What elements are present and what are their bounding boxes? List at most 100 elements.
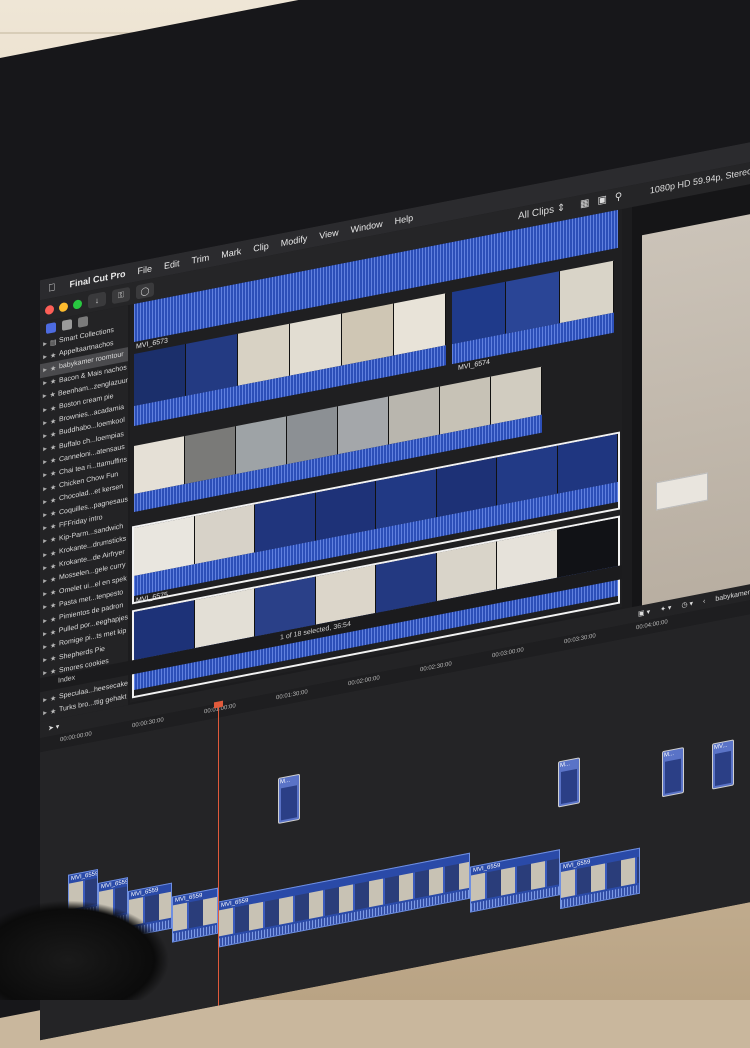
connected-clip[interactable]: M... bbox=[278, 773, 300, 824]
effects-icon[interactable]: ✦ ▾ bbox=[660, 603, 671, 613]
key-icon: ⚿ bbox=[117, 289, 125, 301]
ruler-tick-label: 00:03:00:00 bbox=[492, 647, 524, 660]
disclosure-triangle-icon[interactable]: ▶ bbox=[40, 379, 50, 387]
connected-clip-thumbnail bbox=[665, 758, 681, 794]
crop-tool-icon[interactable]: ▣ ▾ bbox=[638, 608, 650, 618]
disclosure-triangle-icon[interactable]: ▶ bbox=[40, 656, 50, 664]
filmstrip-view-icon[interactable]: ▣ bbox=[597, 194, 606, 207]
menu-mark[interactable]: Mark bbox=[215, 245, 247, 261]
connected-clip[interactable]: M... bbox=[558, 757, 580, 808]
disclosure-triangle-icon[interactable]: ▶ bbox=[40, 498, 50, 506]
disclosure-triangle-icon[interactable]: ▶ bbox=[40, 643, 50, 651]
disclosure-triangle-icon[interactable]: ▶ bbox=[40, 709, 50, 717]
disclosure-triangle-icon[interactable]: ▶ bbox=[40, 393, 49, 401]
library-sidebar: ▶ ▤ Smart Collections ▶ ★ Appeltaartnachos ▶ ★ b… bbox=[40, 305, 128, 723]
event-star-icon: ★ bbox=[50, 562, 57, 572]
chevron-updown-icon: ⇕ bbox=[556, 202, 566, 215]
index-button[interactable]: Index bbox=[58, 674, 75, 684]
disclosure-triangle-icon[interactable]: ▶ bbox=[40, 366, 50, 374]
menu-clip[interactable]: Clip bbox=[247, 240, 275, 255]
ruler-tick-label: 00:04:00:00 bbox=[636, 619, 668, 632]
timeline-clip[interactable]: MVI_6559 bbox=[172, 887, 218, 943]
connected-clip-thumbnail bbox=[561, 768, 577, 804]
monitor-bezel:  Final Cut Pro File Edit Trim Mark Clip… bbox=[0, 0, 750, 1041]
timeline-clip[interactable]: MVI_6559 bbox=[560, 847, 640, 910]
back-chevron-icon[interactable]: ‹ bbox=[703, 597, 705, 604]
ruler-tick-label: 00:00:00:00 bbox=[60, 731, 92, 744]
disclosure-triangle-icon[interactable]: ▶ bbox=[40, 419, 50, 427]
disclosure-triangle-icon[interactable]: ▶ bbox=[40, 511, 50, 519]
disclosure-triangle-icon[interactable]: ▶ bbox=[40, 524, 50, 532]
keywords-button[interactable]: ⚿ bbox=[112, 286, 130, 305]
import-button[interactable]: ↓ bbox=[88, 291, 106, 309]
event-star-icon: ★ bbox=[50, 602, 57, 611]
event-star-icon: ★ bbox=[50, 483, 57, 492]
titles-tab-icon[interactable] bbox=[78, 315, 88, 328]
event-star-icon: ★ bbox=[50, 404, 57, 413]
ruler-tick-label: 00:01:30:00 bbox=[276, 689, 308, 702]
background-tasks-button[interactable]: ◯ bbox=[136, 282, 154, 300]
viewer-frame bbox=[642, 212, 750, 616]
connected-clip[interactable]: M... bbox=[662, 747, 684, 798]
clip-appearance-icon[interactable]: ▦ bbox=[580, 197, 589, 210]
disclosure-triangle-icon[interactable]: ▶ bbox=[40, 617, 50, 625]
disclosure-triangle-icon[interactable]: ▶ bbox=[40, 564, 50, 572]
disclosure-triangle-icon[interactable]: ▶ bbox=[40, 432, 50, 440]
disclosure-triangle-icon[interactable]: ▶ bbox=[40, 353, 50, 361]
disclosure-triangle-icon[interactable]: ▶ bbox=[40, 630, 50, 638]
connected-clip-thumbnail bbox=[715, 750, 731, 787]
event-star-icon: ★ bbox=[50, 536, 57, 545]
disclosure-triangle-icon[interactable]: ▶ bbox=[40, 696, 50, 704]
browser-view-controls: ▦ ▣ ⚲ bbox=[580, 191, 622, 210]
disclosure-triangle-icon[interactable]: ▶ bbox=[40, 472, 50, 480]
timeline-clip[interactable]: MVI_6559 bbox=[218, 852, 470, 948]
event-star-icon: ★ bbox=[50, 655, 57, 664]
event-star-icon: ★ bbox=[50, 615, 57, 624]
menu-help[interactable]: Help bbox=[389, 212, 420, 228]
menu-file[interactable]: File bbox=[132, 262, 159, 277]
libraries-tab-icon[interactable] bbox=[46, 322, 56, 335]
playhead[interactable] bbox=[218, 703, 219, 1006]
zoom-window-button[interactable] bbox=[73, 298, 82, 310]
event-star-icon: ★ bbox=[50, 417, 57, 426]
disclosure-triangle-icon[interactable]: ▶ bbox=[40, 551, 50, 559]
progress-circle-icon: ◯ bbox=[140, 285, 150, 297]
ruler-tick-label: 00:03:30:00 bbox=[564, 633, 596, 646]
disclosure-triangle-icon[interactable]: ▶ bbox=[40, 485, 50, 493]
foreground-object bbox=[0, 900, 170, 1000]
menu-trim[interactable]: Trim bbox=[186, 251, 216, 267]
apple-menu-icon[interactable]:  bbox=[40, 280, 64, 296]
disclosure-triangle-icon[interactable]: ▶ bbox=[40, 538, 50, 546]
event-star-icon: ★ bbox=[50, 707, 57, 717]
event-star-icon: ★ bbox=[49, 628, 57, 638]
menu-view[interactable]: View bbox=[313, 226, 344, 242]
event-star-icon: ★ bbox=[50, 641, 57, 651]
clip-filter-dropdown[interactable]: All Clips ⇕ bbox=[518, 202, 565, 222]
disclosure-triangle-icon[interactable]: ▶ bbox=[40, 340, 50, 348]
ruler-tick-label: 00:02:30:00 bbox=[420, 661, 452, 674]
photos-tab-icon[interactable] bbox=[62, 319, 72, 331]
disclosure-triangle-icon[interactable]: ▶ bbox=[40, 459, 50, 467]
search-icon[interactable]: ⚲ bbox=[615, 191, 622, 203]
minimize-window-button[interactable] bbox=[59, 301, 68, 313]
ruler-tick-label: 00:00:30:00 bbox=[132, 717, 164, 730]
menu-edit[interactable]: Edit bbox=[158, 257, 186, 272]
disclosure-triangle-icon[interactable]: ▶ bbox=[40, 406, 50, 414]
menu-modify[interactable]: Modify bbox=[275, 232, 314, 249]
connected-clip-thumbnail bbox=[281, 785, 297, 821]
disclosure-triangle-icon[interactable]: ▶ bbox=[40, 445, 50, 453]
select-tool-icon[interactable]: ➤ ▾ bbox=[48, 722, 59, 732]
event-star-icon: ★ bbox=[50, 589, 57, 598]
event-star-icon: ★ bbox=[50, 430, 57, 440]
speed-icon[interactable]: ◷ ▾ bbox=[681, 599, 693, 609]
timeline-clip[interactable]: MVI_6559 bbox=[470, 849, 560, 913]
folder-icon: ▤ bbox=[50, 338, 57, 347]
disclosure-triangle-icon[interactable]: ▶ bbox=[40, 590, 50, 598]
close-window-button[interactable] bbox=[45, 304, 54, 315]
disclosure-triangle-icon[interactable]: ▶ bbox=[40, 604, 50, 612]
connected-clip[interactable]: MV... bbox=[712, 739, 734, 790]
event-star-icon: ★ bbox=[49, 391, 56, 400]
event-star-icon: ★ bbox=[50, 457, 57, 466]
event-star-icon: ★ bbox=[50, 470, 57, 479]
disclosure-triangle-icon[interactable]: ▶ bbox=[40, 577, 50, 585]
